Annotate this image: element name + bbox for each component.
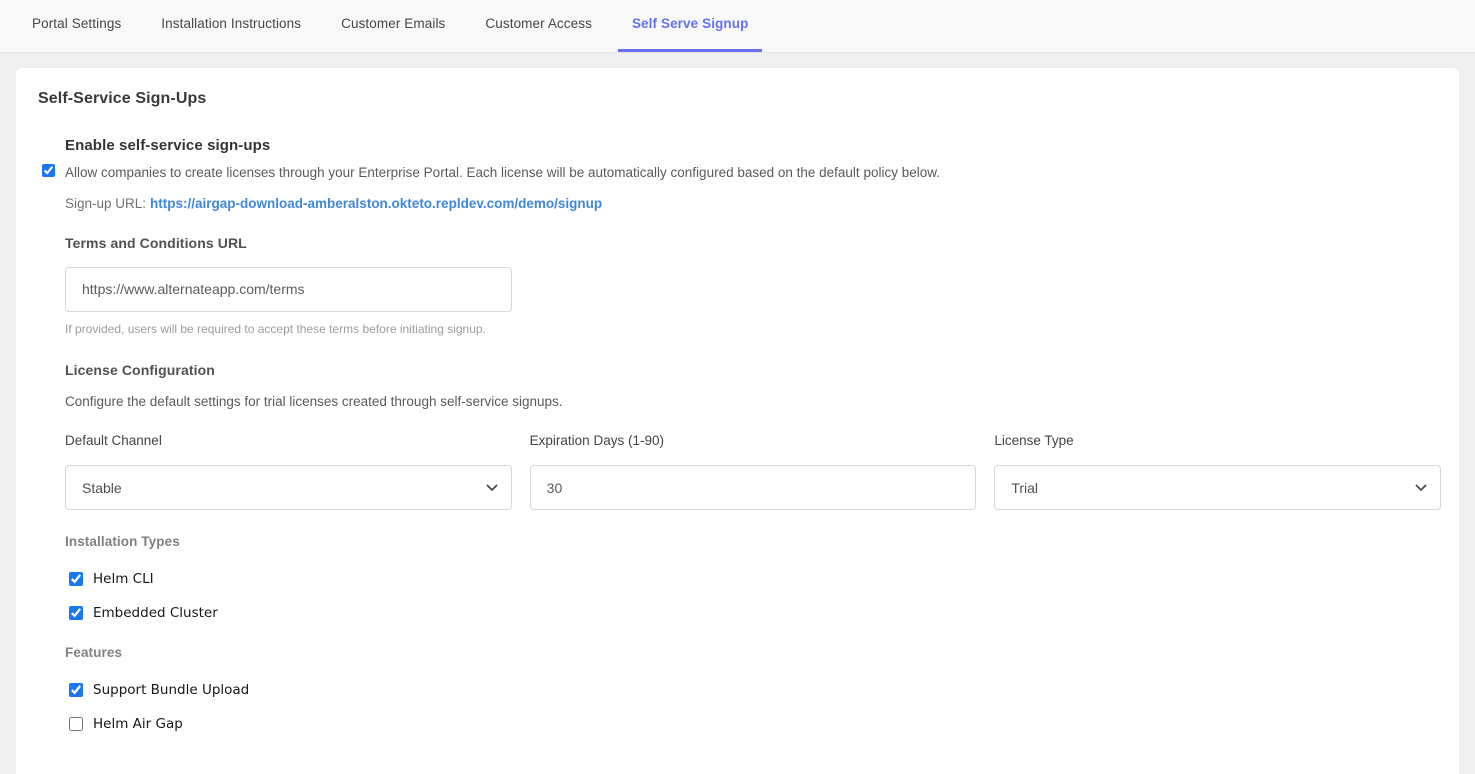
- helm-cli-label[interactable]: Helm CLI: [93, 571, 154, 587]
- installation-type-option-helm-cli: Helm CLI: [65, 571, 1441, 587]
- terms-url-label: Terms and Conditions URL: [65, 235, 1441, 251]
- signup-url-line: Sign-up URL: https://airgap-download-ambe…: [65, 196, 940, 211]
- helm-air-gap-checkbox[interactable]: [69, 717, 83, 731]
- features-heading: Features: [65, 645, 1441, 660]
- terms-url-input-wrap: [65, 267, 512, 312]
- signup-url-label: Sign-up URL:: [65, 196, 146, 211]
- tab-customer-emails[interactable]: Customer Emails: [327, 0, 459, 52]
- enable-signups-text: Allow companies to create licenses throu…: [65, 163, 940, 211]
- feature-option-helm-air-gap: Helm Air Gap: [65, 716, 1441, 732]
- helm-air-gap-label[interactable]: Helm Air Gap: [93, 716, 183, 732]
- embedded-cluster-checkbox[interactable]: [69, 606, 83, 620]
- support-bundle-upload-checkbox[interactable]: [69, 683, 83, 697]
- helm-cli-checkbox[interactable]: [69, 572, 83, 586]
- tab-installation-instructions[interactable]: Installation Instructions: [147, 0, 315, 52]
- enable-signups-section: Enable self-service sign-ups Allow compa…: [65, 137, 1441, 732]
- license-type-label: License Type: [994, 433, 1441, 448]
- tab-self-serve-signup[interactable]: Self Serve Signup: [618, 0, 762, 52]
- terms-url-input[interactable]: [65, 267, 512, 312]
- license-config-fields: Default Channel Stable Expiration Days (…: [65, 433, 1441, 510]
- installation-types-heading: Installation Types: [65, 534, 1441, 549]
- enable-signups-checkbox[interactable]: [42, 164, 55, 177]
- enable-signups-heading: Enable self-service sign-ups: [65, 137, 1441, 154]
- default-channel-label: Default Channel: [65, 433, 512, 448]
- features-list: Support Bundle Upload Helm Air Gap: [65, 682, 1441, 732]
- license-configuration-heading: License Configuration: [65, 362, 1441, 378]
- tab-customer-access[interactable]: Customer Access: [471, 0, 606, 52]
- license-configuration-description: Configure the default settings for trial…: [65, 392, 1441, 412]
- page-title: Self-Service Sign-Ups: [38, 90, 1441, 108]
- installation-type-option-embedded-cluster: Embedded Cluster: [65, 605, 1441, 621]
- expiration-days-label: Expiration Days (1-90): [530, 433, 977, 448]
- signup-url-link[interactable]: https://airgap-download-amberalston.okte…: [150, 196, 602, 211]
- enable-signups-description: Allow companies to create licenses throu…: [65, 163, 940, 183]
- self-service-signups-card: Self-Service Sign-Ups Enable self-servic…: [16, 68, 1459, 774]
- embedded-cluster-label[interactable]: Embedded Cluster: [93, 605, 218, 621]
- tab-portal-settings[interactable]: Portal Settings: [18, 0, 135, 52]
- license-type-select[interactable]: Trial: [994, 465, 1441, 510]
- expiration-days-field: Expiration Days (1-90): [530, 433, 977, 510]
- settings-tab-bar: Portal Settings Installation Instruction…: [0, 0, 1475, 53]
- support-bundle-upload-label[interactable]: Support Bundle Upload: [93, 682, 249, 698]
- default-channel-field: Default Channel Stable: [65, 433, 512, 510]
- expiration-days-input[interactable]: [530, 465, 977, 510]
- feature-option-support-bundle-upload: Support Bundle Upload: [65, 682, 1441, 698]
- license-type-field: License Type Trial: [994, 433, 1441, 510]
- terms-url-helper-text: If provided, users will be required to a…: [65, 322, 1441, 336]
- enable-signups-row: Allow companies to create licenses throu…: [42, 163, 1441, 211]
- installation-types-list: Helm CLI Embedded Cluster: [65, 571, 1441, 621]
- default-channel-select[interactable]: Stable: [65, 465, 512, 510]
